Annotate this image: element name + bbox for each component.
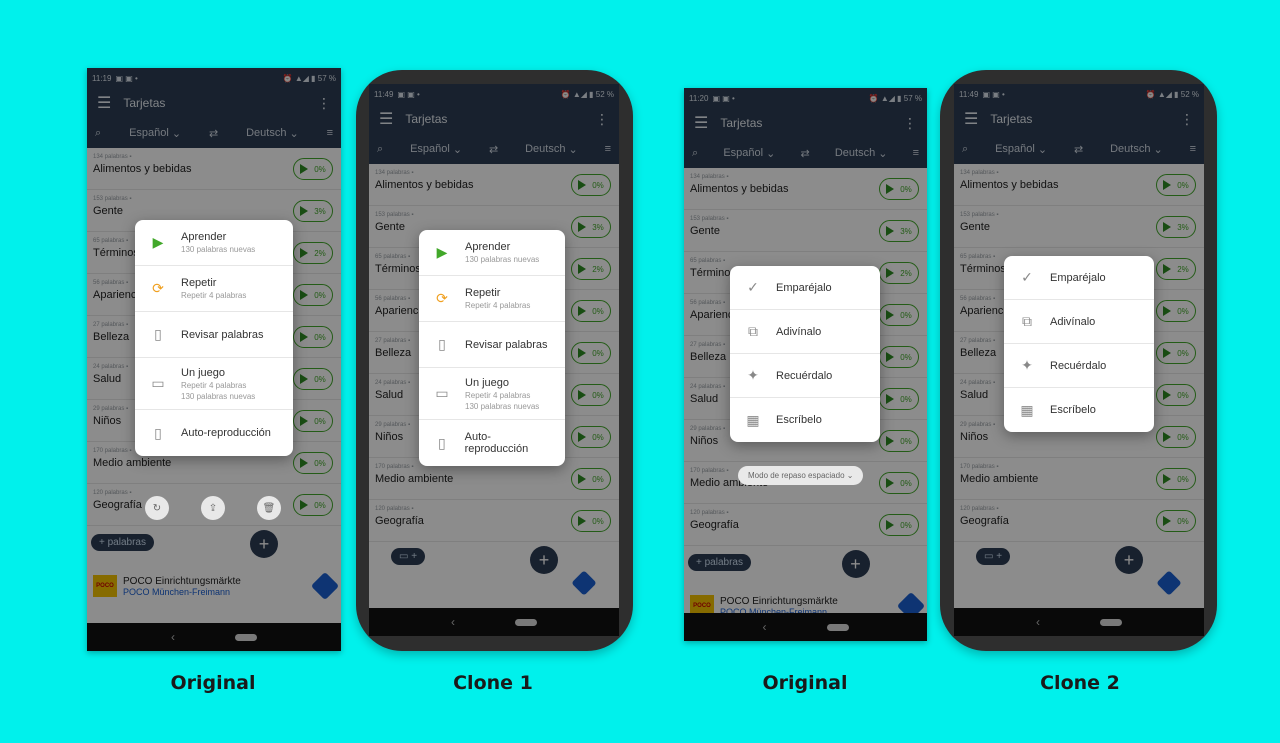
share-icon[interactable]: ⇪: [201, 496, 225, 520]
phone-screen: 11:20 ▣ ▣ • ⏰ ▲◢ ▮ 57 % ☰ Tarjetas ⋮ ⌕ Español ⌄…: [684, 88, 927, 641]
menu-item-label: Repetir: [181, 277, 217, 289]
popup-menu-item[interactable]: ✦ Recuérdalo: [730, 354, 880, 398]
menu-item-label: Auto-reproducción: [464, 431, 529, 455]
menu-item-subtitle: 130 palabras nuevas: [181, 245, 256, 254]
caption-original-1: Original: [170, 672, 256, 694]
menu-item-text: Revisar palabras: [181, 329, 264, 341]
popup-menu-item[interactable]: ▯ Revisar palabras: [419, 322, 565, 368]
caption-clone-2: Clone 2: [1040, 672, 1120, 694]
guess-icon: ⧉: [748, 323, 758, 339]
popup-menu-item[interactable]: ▯ Auto-reproducción: [419, 420, 565, 466]
menu-item-text: Aprender 130 palabras nuevas: [181, 231, 255, 254]
study-mode-popup: ▶ Aprender 130 palabras nuevas ⟳ Repetir Repe…: [135, 220, 293, 456]
remember-icon: ✦: [747, 367, 759, 383]
menu-item-label: Escríbelo: [776, 414, 822, 426]
popup-menu-item[interactable]: ▯ Revisar palabras: [135, 312, 293, 358]
keyboard-icon: ▦: [1020, 401, 1034, 418]
game-icon: ▭: [435, 385, 449, 401]
menu-item-subtitle: Repetir 4 palabras: [181, 291, 247, 300]
menu-item-label: Emparéjalo: [1050, 271, 1106, 284]
menu-item-label: Revisar palabras: [465, 338, 548, 351]
cards-icon: ▯: [438, 336, 446, 352]
game-icon: ▭: [151, 375, 165, 391]
study-mode-popup: ▶ Aprender 130 palabras nuevas ⟳ Repetir Repe…: [419, 230, 565, 466]
phone-screen: 11:49 ▣ ▣ • ⏰ ▲◢ ▮ 52 % ☰ Tarjetas ⋮ ⌕ Español ⌄…: [369, 84, 619, 636]
popup-menu-item[interactable]: ⧉ Adivínalo: [1004, 300, 1154, 344]
popup-menu-item[interactable]: ▯ Auto-reproducción: [135, 410, 293, 456]
menu-item-label: Adivínalo: [776, 325, 822, 338]
repeat-icon: ⟳: [436, 290, 448, 306]
menu-item-text: Emparéjalo: [1050, 272, 1106, 284]
popup-menu-item[interactable]: ▶ Aprender 130 palabras nuevas: [419, 230, 565, 276]
delete-icon[interactable]: 🗑: [257, 496, 281, 520]
menu-item-text: Recuérdalo: [1050, 360, 1106, 372]
menu-item-subtitle-2: 130 palabras nuevas: [465, 401, 540, 411]
popup-menu-item[interactable]: ⟳ Repetir Repetir 4 palabras: [419, 276, 565, 322]
menu-item-text: Repetir Repetir 4 palabras: [465, 287, 530, 310]
popup-menu-item[interactable]: ▭ Un juego Repetir 4 palabras 130 palabras …: [135, 358, 293, 410]
menu-item-subtitle: Repetir 4 palabras: [181, 380, 247, 390]
game-mode-popup: ✓ Emparéjalo ⧉ Adivínalo ✦ Recuérdalo ▦ Escríbe…: [1004, 256, 1154, 432]
menu-item-text: Auto-reproducción: [465, 431, 553, 455]
popup-menu-item[interactable]: ▭ Un juego Repetir 4 palabras 130 palabras …: [419, 368, 565, 420]
menu-item-label: Recuérdalo: [776, 369, 833, 382]
menu-item-label: Un juego: [181, 366, 226, 379]
menu-item-text: Auto-reproducción: [181, 427, 271, 439]
menu-item-text: Recuérdalo: [776, 370, 832, 382]
caption-clone-1: Clone 1: [453, 672, 533, 694]
keyboard-icon: ▦: [746, 411, 760, 428]
menu-item-label: Repetir: [465, 287, 501, 299]
menu-item-subtitle: 130 palabras nuevas: [465, 255, 540, 264]
menu-item-text: Adivínalo: [1050, 316, 1095, 328]
menu-item-text: Revisar palabras: [465, 339, 548, 351]
menu-item-label: Recuérdalo: [1050, 359, 1107, 372]
menu-item-label: Aprender: [181, 231, 227, 243]
match-icon: ✓: [1021, 269, 1033, 285]
menu-item-text: Escríbelo: [776, 414, 822, 426]
popup-menu-item[interactable]: ⧉ Adivínalo: [730, 310, 880, 354]
autoplay-icon: ▯: [154, 424, 162, 441]
caption-original-2: Original: [762, 672, 848, 694]
spaced-repetition-mode-toast[interactable]: Modo de repaso espaciado ⌄: [738, 466, 864, 485]
match-icon: ✓: [747, 279, 759, 295]
popup-menu-item[interactable]: ▦ Escríbelo: [730, 398, 880, 442]
menu-item-text: Emparéjalo: [776, 282, 832, 294]
phone-screen: 11:49 ▣ ▣ • ⏰ ▲◢ ▮ 52 % ☰ Tarjetas ⋮ ⌕ Español ⌄…: [954, 84, 1204, 636]
menu-item-label: Un juego: [465, 376, 510, 389]
game-mode-popup: ✓ Emparéjalo ⧉ Adivínalo ✦ Recuérdalo ▦ Escríbe…: [730, 266, 880, 442]
popup-menu-item[interactable]: ⟳ Repetir Repetir 4 palabras: [135, 266, 293, 312]
menu-item-text: Aprender 130 palabras nuevas: [465, 241, 539, 264]
play-icon: ▶: [436, 244, 448, 260]
remember-icon: ✦: [1021, 357, 1033, 373]
menu-item-label: Revisar palabras: [181, 328, 264, 341]
popup-menu-item[interactable]: ✓ Emparéjalo: [1004, 256, 1154, 300]
menu-item-text: Escríbelo: [1050, 404, 1096, 416]
menu-item-subtitle: Repetir 4 palabras: [465, 301, 531, 310]
refresh-icon[interactable]: ↻: [145, 496, 169, 520]
popup-menu-item[interactable]: ▦ Escríbelo: [1004, 388, 1154, 432]
menu-item-label: Emparéjalo: [776, 281, 832, 294]
menu-item-label: Escríbelo: [1050, 404, 1096, 416]
menu-item-label: Adivínalo: [1050, 315, 1096, 328]
cards-icon: ▯: [154, 326, 162, 342]
menu-item-subtitle: Repetir 4 palabras: [465, 390, 531, 400]
menu-item-text: Repetir Repetir 4 palabras: [181, 277, 246, 300]
menu-item-text: Adivínalo: [776, 326, 821, 338]
popup-menu-item[interactable]: ✦ Recuérdalo: [1004, 344, 1154, 388]
menu-item-label: Aprender: [465, 241, 511, 253]
popup-menu-item[interactable]: ▶ Aprender 130 palabras nuevas: [135, 220, 293, 266]
repeat-icon: ⟳: [152, 280, 164, 296]
popup-menu-item[interactable]: ✓ Emparéjalo: [730, 266, 880, 310]
menu-item-text: Un juego Repetir 4 palabras 130 palabras n…: [181, 367, 255, 401]
autoplay-icon: ▯: [437, 434, 446, 451]
phone-screen: 11:19 ▣ ▣ • ⏰ ▲◢ ▮ 57 % ☰ Tarjetas ⋮ ⌕ Español ⌄…: [87, 68, 341, 651]
comparison-stage: Original Clone 1 Original Clone 2 11:19 ▣…: [0, 0, 1280, 743]
guess-icon: ⧉: [1022, 313, 1032, 329]
menu-item-label: Auto-reproducción: [181, 427, 271, 439]
play-icon: ▶: [152, 234, 164, 250]
menu-item-text: Un juego Repetir 4 palabras 130 palabras n…: [465, 377, 539, 411]
menu-item-subtitle-2: 130 palabras nuevas: [181, 391, 256, 401]
